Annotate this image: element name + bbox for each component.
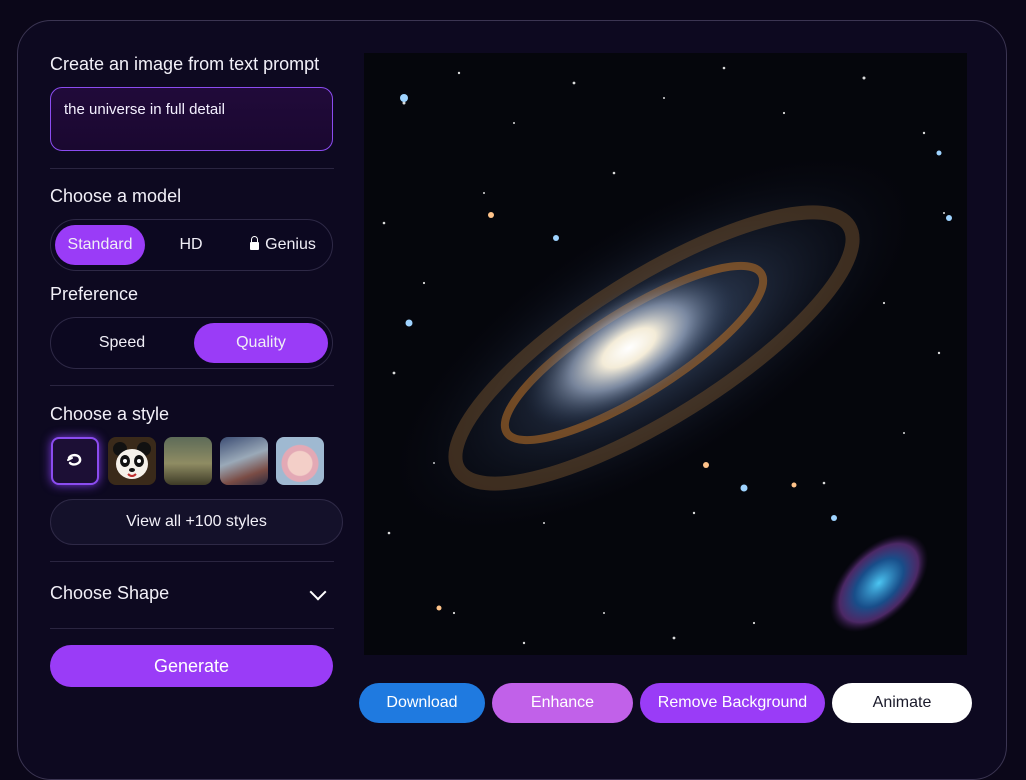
style-thumb-robot[interactable]	[220, 437, 268, 485]
animate-button[interactable]: Animate	[832, 683, 972, 723]
remove-background-button[interactable]: Remove Background	[640, 683, 825, 723]
preference-quality-button[interactable]: Quality	[194, 323, 328, 363]
prompt-input[interactable]: the universe in full detail	[50, 87, 333, 151]
galaxy-image	[364, 53, 967, 655]
model-genius-label: Genius	[265, 236, 316, 253]
model-genius-button[interactable]: Genius	[239, 225, 327, 265]
model-hd-button[interactable]: HD	[147, 225, 235, 265]
generated-image	[364, 53, 967, 655]
style-section-title: Choose a style	[50, 404, 170, 424]
preference-speed-label: Speed	[98, 334, 146, 351]
style-thumb-panda[interactable]	[108, 437, 156, 485]
prompt-section-title: Create an image from text prompt	[50, 54, 320, 74]
preference-section-title: Preference	[50, 284, 139, 304]
model-section-title: Choose a model	[50, 186, 182, 206]
divider	[50, 168, 334, 169]
model-standard-button[interactable]: Standard	[55, 225, 145, 265]
enhance-button[interactable]: Enhance	[492, 683, 633, 723]
preference-selector: Speed Quality	[50, 317, 333, 369]
preference-speed-button[interactable]: Speed	[55, 323, 189, 363]
model-hd-label: HD	[179, 236, 203, 253]
preference-quality-label: Quality	[236, 334, 286, 351]
divider	[50, 561, 334, 562]
lock-icon	[250, 236, 260, 250]
choose-shape-label: Choose Shape	[50, 583, 170, 603]
choose-shape-dropdown[interactable]: Choose Shape	[50, 583, 334, 607]
no-style-icon	[67, 453, 82, 466]
style-thumb-anime[interactable]	[276, 437, 324, 485]
model-selector: Standard HD Genius	[50, 219, 333, 271]
generate-button[interactable]: Generate	[50, 645, 333, 687]
panda-image	[108, 437, 156, 485]
model-standard-label: Standard	[67, 236, 133, 253]
style-thumb-forest[interactable]	[164, 437, 212, 485]
style-thumb-none[interactable]	[51, 437, 99, 485]
download-button[interactable]: Download	[359, 683, 485, 723]
divider	[50, 628, 334, 629]
divider	[50, 385, 334, 386]
chevron-down-icon	[309, 583, 327, 601]
view-all-styles-button[interactable]: View all +100 styles	[50, 499, 343, 545]
